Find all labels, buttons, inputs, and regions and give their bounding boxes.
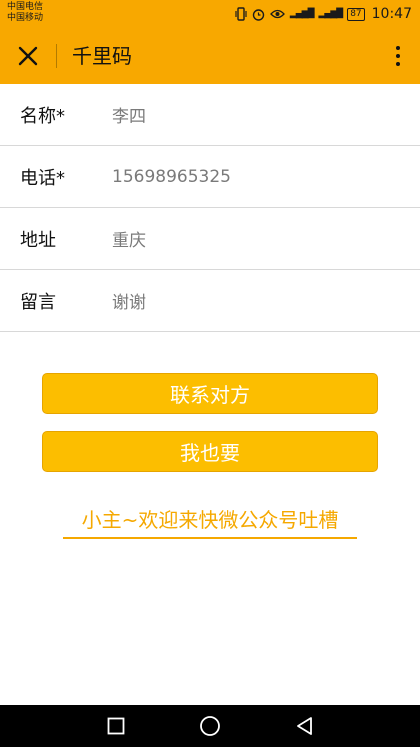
form-row-phone: 电话*: [0, 146, 420, 208]
toolbar-divider: [56, 44, 57, 68]
close-icon: [18, 46, 38, 66]
battery-icon: 87: [347, 7, 365, 21]
phone-label: 电话*: [20, 167, 65, 189]
message-label: 留言: [20, 291, 56, 313]
form-row-name: 名称*: [0, 84, 420, 146]
carrier-1: 中国电信: [7, 2, 44, 12]
feedback-link[interactable]: 小主~欢迎来快微公众号吐槽: [63, 505, 357, 539]
want-too-button[interactable]: 我也要: [42, 431, 378, 472]
vibrate-icon: [235, 7, 247, 21]
phone-field[interactable]: [112, 166, 392, 187]
contact-button[interactable]: 联系对方: [42, 373, 378, 414]
navigation-bar: [0, 705, 420, 747]
status-bar: 中国电信 中国移动 ▂▄▆█ ▂▄▆█ 87 10:47: [0, 0, 420, 28]
toolbar: 千里码: [0, 28, 420, 84]
form-row-message: 留言: [0, 270, 420, 332]
message-field[interactable]: [112, 290, 392, 311]
name-label: 名称*: [20, 105, 65, 127]
status-time: 10:47: [371, 6, 412, 22]
alarm-icon: [252, 8, 265, 21]
square-icon: [107, 717, 125, 735]
status-icons: ▂▄▆█ ▂▄▆█ 87 10:47: [235, 5, 412, 23]
page-title: 千里码: [72, 44, 132, 68]
form-row-address: 地址: [0, 208, 420, 270]
back-triangle-icon: [297, 717, 312, 735]
name-field[interactable]: [112, 104, 392, 125]
more-options-button[interactable]: [386, 40, 410, 72]
back-button[interactable]: [292, 713, 318, 739]
more-vertical-icon: [396, 46, 400, 50]
carrier-info: 中国电信 中国移动: [7, 2, 43, 24]
signal-2g-icon: ▂▄▆█: [318, 9, 344, 19]
address-field[interactable]: [112, 228, 392, 249]
circle-icon: [200, 716, 220, 736]
address-label: 地址: [20, 229, 56, 251]
home-button[interactable]: [197, 713, 223, 739]
eye-icon: [269, 9, 285, 19]
contact-form: 名称* 电话* 地址 留言: [0, 84, 420, 332]
recent-apps-button[interactable]: [103, 713, 129, 739]
signal-4g-icon: ▂▄▆█: [289, 9, 315, 19]
carrier-2: 中国移动: [7, 13, 44, 23]
close-button[interactable]: [12, 40, 44, 72]
